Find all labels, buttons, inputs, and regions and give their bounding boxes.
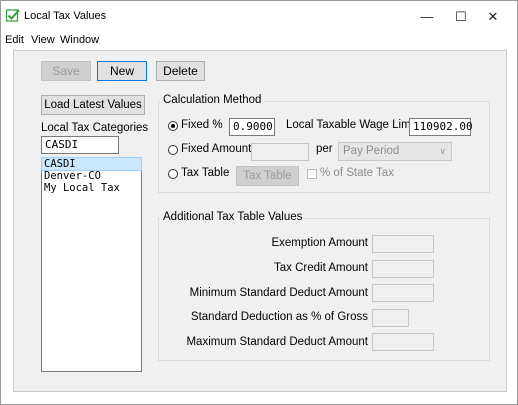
fixed-percent-radio[interactable] (168, 121, 178, 131)
min-standard-deduct-label: Minimum Standard Deduct Amount (189, 287, 368, 299)
menu-bar: Edit View Window (1, 32, 517, 48)
fixed-percent-label: Fixed % (181, 119, 223, 131)
list-item-my-local-tax[interactable]: My Local Tax (42, 182, 141, 194)
fixed-amount-label: Fixed Amount (181, 143, 252, 155)
list-item-denver-co[interactable]: Denver-CO (42, 170, 141, 182)
period-select[interactable]: Pay Period ∨ (338, 142, 452, 161)
additional-values-title: Additional Tax Table Values (160, 211, 306, 223)
wage-limit-label: Local Taxable Wage Limit (286, 119, 417, 131)
percent-of-state-tax-label: % of State Tax (320, 167, 394, 179)
exemption-amount-input[interactable] (372, 235, 434, 253)
tax-table-radio[interactable] (168, 169, 178, 179)
percent-of-state-tax-checkbox[interactable] (307, 169, 317, 179)
tax-credit-amount-label: Tax Credit Amount (274, 262, 368, 274)
per-label: per (316, 143, 333, 155)
max-standard-deduct-input[interactable] (372, 333, 434, 351)
category-list[interactable]: CASDI Denver-CO My Local Tax (41, 157, 142, 372)
save-button[interactable]: Save (41, 61, 91, 81)
window-title: Local Tax Values (24, 10, 107, 22)
load-latest-values-button[interactable]: Load Latest Values (41, 95, 145, 115)
menu-edit[interactable]: Edit (5, 34, 24, 46)
min-standard-deduct-input[interactable] (372, 284, 434, 302)
new-button[interactable]: New (97, 61, 147, 81)
maximize-button[interactable]: ☐ (443, 6, 479, 28)
maximize-icon: ☐ (455, 9, 467, 24)
title-bar: Local Tax Values — ☐ ✕ (1, 1, 517, 31)
chevron-down-icon: ∨ (439, 146, 446, 156)
tax-table-label: Tax Table (181, 167, 230, 179)
category-filter-input[interactable]: CASDI (41, 136, 119, 154)
standard-deduction-pct-label: Standard Deduction as % of Gross (190, 311, 368, 323)
delete-button[interactable]: Delete (156, 61, 205, 81)
app-check-icon (6, 9, 20, 22)
minimize-button[interactable]: — (409, 6, 445, 28)
period-select-value: Pay Period (343, 145, 400, 157)
close-button[interactable]: ✕ (475, 6, 511, 28)
calculation-method-title: Calculation Method (160, 94, 265, 106)
minimize-icon: — (420, 9, 434, 24)
close-icon: ✕ (487, 9, 499, 24)
fixed-amount-input[interactable] (251, 143, 309, 161)
content-panel: Save New Delete Load Latest Values Local… (13, 50, 507, 392)
list-item-casdi[interactable]: CASDI (41, 157, 142, 171)
fixed-percent-input[interactable]: 0.9000 (229, 118, 275, 136)
tax-credit-amount-input[interactable] (372, 260, 434, 278)
local-tax-categories-label: Local Tax Categories (41, 122, 149, 134)
max-standard-deduct-label: Maximum Standard Deduct Amount (186, 336, 368, 348)
exemption-amount-label: Exemption Amount (271, 237, 368, 249)
tax-table-button[interactable]: Tax Table (236, 166, 299, 186)
fixed-amount-radio[interactable] (168, 145, 178, 155)
main-window: Local Tax Values — ☐ ✕ Edit View Window … (0, 0, 518, 405)
wage-limit-input[interactable]: 110902.00 (409, 118, 473, 136)
menu-view[interactable]: View (31, 34, 55, 46)
standard-deduction-pct-input[interactable] (372, 309, 409, 327)
menu-window[interactable]: Window (60, 34, 99, 46)
